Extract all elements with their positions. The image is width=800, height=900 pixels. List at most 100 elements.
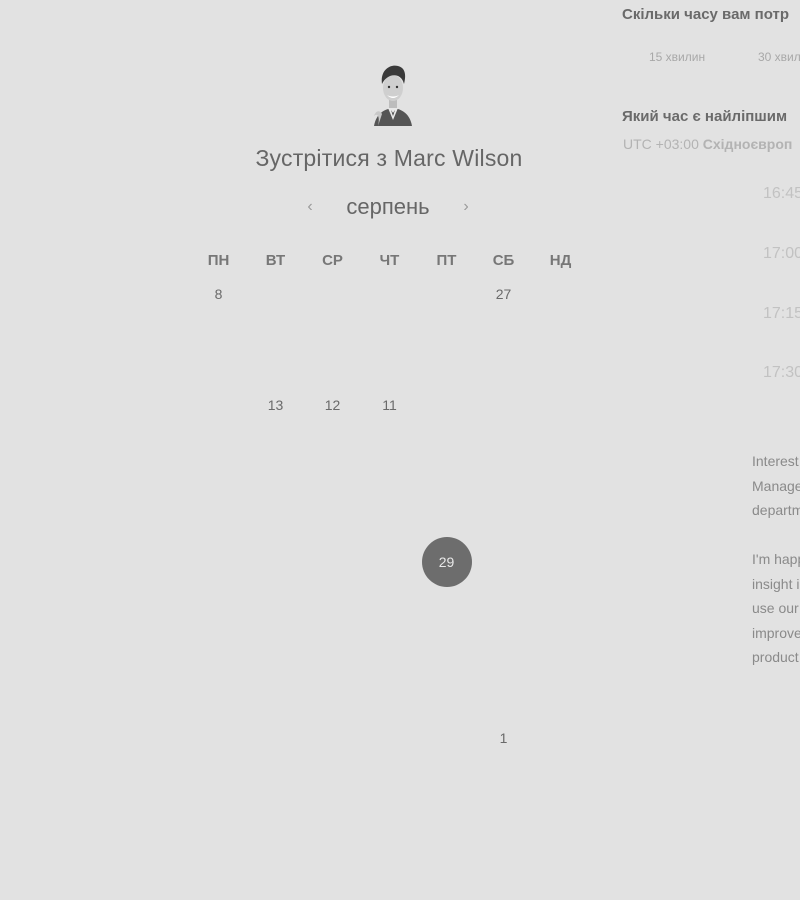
calendar-day [475,385,532,496]
day-number [190,607,247,619]
calendar-day [532,385,589,496]
day-number [418,607,475,619]
calendar-day [532,607,589,718]
duration-option[interactable]: 30 хвил [758,50,800,64]
day-number [475,496,532,508]
day-number [418,718,475,730]
day-number [475,607,532,619]
weekday-header: ПН ВТ СР ЧТ ПТ СБ НД [190,252,588,274]
day-number: 1 [499,730,508,746]
calendar-day [418,607,475,718]
weekday-label: ПН [207,252,230,269]
calendar-day [361,718,418,829]
weekday-label: СБ [492,252,515,269]
description-line: departm [752,502,800,519]
host-avatar [374,65,412,126]
day-number [247,607,304,619]
weekday-label: СР [322,252,343,269]
duration-option[interactable]: 15 хвилин [649,50,705,64]
calendar-day [304,718,361,829]
day-number: 12 [324,397,341,413]
day-number [304,718,361,730]
day-number: 29 [421,537,472,587]
calendar-day [247,718,304,829]
calendar-day [361,496,418,607]
calendar-day [418,718,475,829]
calendar-day [475,607,532,718]
day-number [361,496,418,508]
calendar-day [190,607,247,718]
description-line: improve [752,624,800,641]
day-number [247,496,304,508]
calendar-day[interactable]: 27 [475,274,532,385]
calendar-day [190,496,247,607]
day-number [532,496,589,508]
time-slot[interactable]: 16:45 [763,185,800,203]
time-slot[interactable]: 17:15 [763,305,800,323]
day-number [304,274,361,286]
description-line: Interest [752,453,799,469]
duration-question: Скільки часу вам потр [622,6,790,23]
booking-page: Зустрітися з Marc Wilson ‹ серпень › ПН … [0,0,800,900]
calendar-day [304,607,361,718]
description-paragraph: I'm happ insight i use our improve produ… [752,547,800,670]
chevron-right-icon[interactable]: › [456,198,476,216]
description-line: insight i [752,575,800,592]
calendar-week-row: 1 [190,718,588,829]
description-line: use our [752,600,799,617]
weekday-label: НД [549,252,572,269]
calendar-week-row: 29 [190,496,588,607]
day-number: 8 [214,286,223,302]
calendar-day [304,274,361,385]
calendar-day[interactable]: 13 [247,385,304,496]
day-number [418,274,475,286]
calendar-day [361,607,418,718]
timezone-name: Східноєвроп [702,136,793,152]
day-number [532,607,589,619]
calendar-day[interactable]: 8 [190,274,247,385]
calendar-day[interactable]: 1 [475,718,532,829]
day-number [361,607,418,619]
day-number [304,607,361,619]
month-navigation: ‹ серпень › [300,190,476,224]
weekday-label: ПТ [436,252,457,269]
day-number [247,718,304,730]
description-line: I'm happ [752,551,800,567]
day-number [190,385,247,397]
weekday-label: ЧТ [379,252,400,269]
calendar-week-row [190,607,588,718]
description-paragraph: Interest Manage departm [752,449,800,523]
timezone-selector[interactable]: UTC +03:00 Східноєвроп [623,136,792,152]
day-number [361,718,418,730]
day-number [190,718,247,730]
calendar-body: 8 27 13 12 11 29 1 [190,274,588,829]
day-number [532,385,589,397]
description-line: Manage [752,477,800,494]
time-slot[interactable]: 17:30 [763,364,800,382]
day-number: 13 [267,397,284,413]
day-number [361,274,418,286]
day-number [304,496,361,508]
calendar-day [304,496,361,607]
calendar-week-row: 13 12 11 [190,385,588,496]
weekday-label: ВТ [265,252,286,269]
calendar-day [418,274,475,385]
day-number [532,718,589,730]
calendar-day [247,607,304,718]
calendar-day [190,385,247,496]
calendar-day[interactable]: 11 [361,385,418,496]
day-number [475,385,532,397]
day-number: 11 [382,397,397,413]
calendar-day [532,274,589,385]
chevron-left-icon[interactable]: ‹ [300,198,320,216]
calendar-grid: ПН ВТ СР ЧТ ПТ СБ НД 8 27 13 12 11 29 1 [190,252,588,829]
calendar-day[interactable]: 12 [304,385,361,496]
time-question: Який час є найліпшим [622,108,788,125]
month-label: серпень [346,194,430,219]
selected-day[interactable]: 29 [418,496,475,607]
calendar-day [247,496,304,607]
day-number [418,385,475,397]
timezone-offset: UTC +03:00 [623,136,699,152]
time-slot[interactable]: 17:00 [763,245,800,263]
calendar-day [475,496,532,607]
